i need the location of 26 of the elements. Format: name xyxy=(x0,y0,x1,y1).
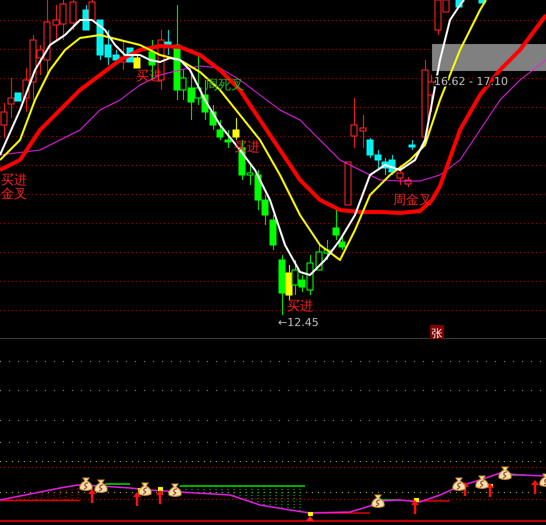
marker-icon xyxy=(158,487,163,491)
arrow-up-icon xyxy=(156,490,164,504)
arrow-up-icon xyxy=(133,492,141,506)
candlestick xyxy=(344,162,352,206)
money-bag-icon xyxy=(498,466,512,480)
candlestick xyxy=(478,0,486,4)
money-bag-icon xyxy=(94,480,108,493)
signal-label: 买进 xyxy=(287,299,313,314)
money-bag-icon xyxy=(168,484,182,497)
arrow-up-icon xyxy=(88,489,96,503)
candlestick xyxy=(350,98,358,148)
money-bag-icon xyxy=(539,474,546,487)
signal-label: 买进 xyxy=(1,173,27,188)
money-bag-icon xyxy=(371,494,385,508)
money-bag-icon xyxy=(138,482,152,496)
low-price-label: ←12.45 xyxy=(278,316,319,329)
marker-icon xyxy=(308,512,313,516)
money-bag-icon xyxy=(475,476,489,489)
money-bag-icon xyxy=(79,478,93,491)
badge: 张 xyxy=(430,325,444,340)
signal-label: 金叉 xyxy=(1,187,27,202)
arrow-up-icon xyxy=(531,480,539,494)
triangle-icon xyxy=(306,516,314,521)
arrow-up-icon xyxy=(411,500,419,514)
money-bag-icon xyxy=(452,478,466,491)
candlestick xyxy=(408,140,416,150)
